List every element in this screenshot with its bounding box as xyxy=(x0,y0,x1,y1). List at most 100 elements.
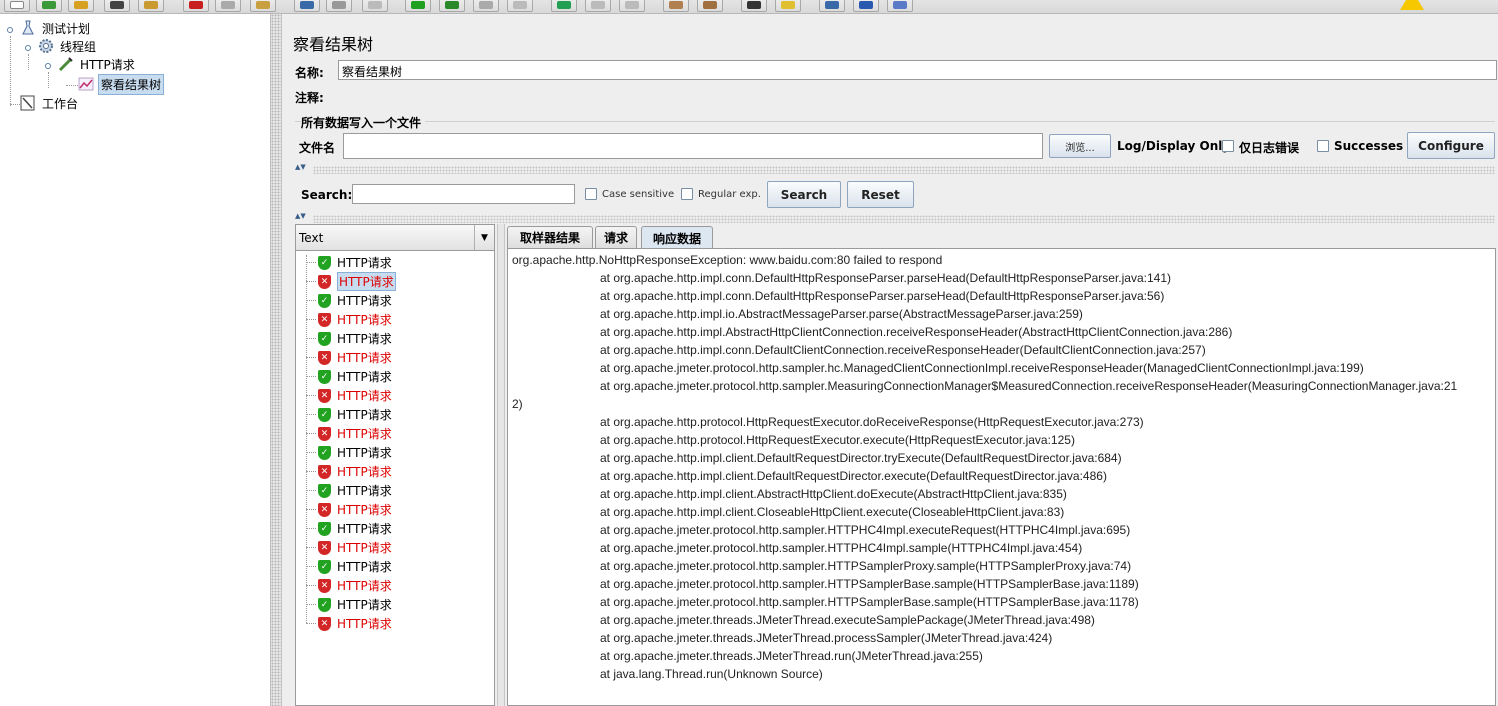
cut-icon[interactable] xyxy=(183,0,209,12)
success-shield-icon: ✓ xyxy=(318,331,331,346)
save-as-icon[interactable] xyxy=(138,0,164,12)
paste-icon[interactable] xyxy=(250,0,276,12)
name-label: 名称: xyxy=(295,66,324,80)
renderer-select[interactable]: Text ▼ xyxy=(296,225,494,251)
tree-node-label: 测试计划 xyxy=(42,21,91,36)
response-line: at org.apache.http.impl.io.AbstractMessa… xyxy=(600,307,1083,321)
list-item[interactable]: ✓ HTTP请求 xyxy=(318,367,392,386)
response-line: at org.apache.jmeter.protocol.http.sampl… xyxy=(600,379,1458,393)
clear-all-icon[interactable] xyxy=(697,0,723,12)
errors-only-checkbox[interactable] xyxy=(1222,140,1234,152)
response-line: at org.apache.http.impl.conn.DefaultClie… xyxy=(600,343,1206,357)
save-icon[interactable] xyxy=(104,0,130,12)
sample-label: HTTP请求 xyxy=(337,484,392,498)
templates-icon[interactable] xyxy=(36,0,62,12)
new-icon[interactable] xyxy=(4,0,30,12)
start-icon[interactable] xyxy=(405,0,431,12)
success-shield-icon: ✓ xyxy=(318,559,331,574)
response-line: at org.apache.jmeter.threads.JMeterThrea… xyxy=(600,649,983,663)
list-item[interactable]: ✕ HTTP请求 xyxy=(318,424,392,443)
tree-expand-handle[interactable] xyxy=(25,45,31,51)
warning-icon[interactable] xyxy=(1400,0,1424,10)
tree-node-http-request[interactable]: HTTP请求 xyxy=(58,55,137,73)
sample-label: HTTP请求 xyxy=(337,370,392,384)
list-item[interactable]: ✓ HTTP请求 xyxy=(318,557,392,576)
error-shield-icon: ✕ xyxy=(318,350,331,365)
tree-node-thread-group[interactable]: 线程组 xyxy=(38,37,98,55)
workbench-icon xyxy=(20,95,36,111)
help-icon[interactable] xyxy=(853,0,879,12)
reset-button[interactable]: Reset xyxy=(847,181,914,208)
remote-stop-icon[interactable] xyxy=(585,0,611,12)
tab-request[interactable]: 请求 xyxy=(595,226,637,248)
results-splitter[interactable] xyxy=(497,224,505,706)
stop-icon[interactable] xyxy=(473,0,499,12)
options-icon[interactable] xyxy=(887,0,913,12)
list-item[interactable]: ✕ HTTP请求 xyxy=(318,538,392,557)
gear-icon xyxy=(38,38,54,54)
filename-field[interactable] xyxy=(343,133,1043,159)
list-item[interactable]: ✕ HTTP请求 xyxy=(318,462,392,481)
list-item[interactable]: ✓ HTTP请求 xyxy=(318,253,392,272)
list-item[interactable]: ✕ HTTP请求 xyxy=(318,500,392,519)
list-item[interactable]: ✓ HTTP请求 xyxy=(318,595,392,614)
tree-node-label: 察看结果树 xyxy=(98,73,165,95)
sample-label: HTTP请求 xyxy=(337,579,392,593)
name-field[interactable]: 察看结果树 xyxy=(338,60,1497,80)
comment-label: 注释: xyxy=(295,91,324,105)
sample-label: HTTP请求 xyxy=(337,294,392,308)
toggle-icon[interactable] xyxy=(362,0,388,12)
list-item[interactable]: ✕ HTTP请求 xyxy=(318,386,392,405)
response-data-text[interactable]: org.apache.http.NoHttpResponseException:… xyxy=(507,248,1496,706)
collapse-arrows-icon[interactable]: ▲▼ xyxy=(295,164,306,171)
tree-node-test-plan[interactable]: 测试计划 xyxy=(20,19,92,37)
configure-button[interactable]: Configure xyxy=(1407,132,1495,159)
response-line: at org.apache.http.protocol.HttpRequestE… xyxy=(600,415,1144,429)
sample-label: HTTP请求 xyxy=(337,617,392,631)
tree-expand-handle[interactable] xyxy=(45,63,51,69)
list-item[interactable]: ✓ HTTP请求 xyxy=(318,291,392,310)
case-sensitive-checkbox[interactable] xyxy=(585,188,597,200)
list-item[interactable]: ✕ HTTP请求 xyxy=(318,272,396,291)
copy-icon[interactable] xyxy=(215,0,241,12)
clear-icon[interactable] xyxy=(663,0,689,12)
error-shield-icon: ✕ xyxy=(318,312,331,327)
collapse-icon[interactable] xyxy=(326,0,352,12)
expand-icon[interactable] xyxy=(294,0,320,12)
search-button[interactable]: Search xyxy=(767,181,841,208)
shutdown-icon[interactable] xyxy=(507,0,533,12)
chevron-down-icon[interactable]: ▼ xyxy=(474,225,494,250)
sample-label: HTTP请求 xyxy=(337,560,392,574)
list-item[interactable]: ✓ HTTP请求 xyxy=(318,481,392,500)
successes-checkbox[interactable] xyxy=(1317,140,1329,152)
response-line: at org.apache.jmeter.protocol.http.sampl… xyxy=(600,541,1083,555)
search-input[interactable] xyxy=(352,184,575,204)
tree-node-result-tree[interactable]: 察看结果树 xyxy=(78,73,165,95)
list-item[interactable]: ✕ HTTP请求 xyxy=(318,614,392,633)
tab-response-data[interactable]: 响应数据 xyxy=(641,226,713,249)
start-no-pause-icon[interactable] xyxy=(439,0,465,12)
tab-sampler-result[interactable]: 取样器结果 xyxy=(507,226,593,248)
list-item[interactable]: ✕ HTTP请求 xyxy=(318,348,392,367)
main-splitter[interactable] xyxy=(271,14,282,706)
list-item[interactable]: ✓ HTTP请求 xyxy=(318,443,392,462)
search-tree-icon[interactable] xyxy=(741,0,767,12)
remote-start-icon[interactable] xyxy=(551,0,577,12)
tree-expand-handle[interactable] xyxy=(7,27,13,33)
response-line: at java.lang.Thread.run(Unknown Source) xyxy=(600,667,823,681)
list-item[interactable]: ✓ HTTP请求 xyxy=(318,405,392,424)
list-item[interactable]: ✓ HTTP请求 xyxy=(318,329,392,348)
tree-node-workbench[interactable]: 工作台 xyxy=(20,94,80,112)
remote-shutdown-icon[interactable] xyxy=(619,0,645,12)
list-item[interactable]: ✕ HTTP请求 xyxy=(318,310,392,329)
list-item[interactable]: ✕ HTTP请求 xyxy=(318,576,392,595)
open-icon[interactable] xyxy=(68,0,94,12)
list-item[interactable]: ✓ HTTP请求 xyxy=(318,519,392,538)
file-group-title: 所有数据写入一个文件 xyxy=(301,114,426,131)
regex-checkbox[interactable] xyxy=(681,188,693,200)
function-helper-icon[interactable] xyxy=(819,0,845,12)
test-plan-icon xyxy=(20,20,36,36)
collapse-arrows-icon[interactable]: ▲▼ xyxy=(295,213,306,220)
reset-search-icon[interactable] xyxy=(775,0,801,12)
browse-button[interactable]: 浏览... xyxy=(1049,134,1111,158)
